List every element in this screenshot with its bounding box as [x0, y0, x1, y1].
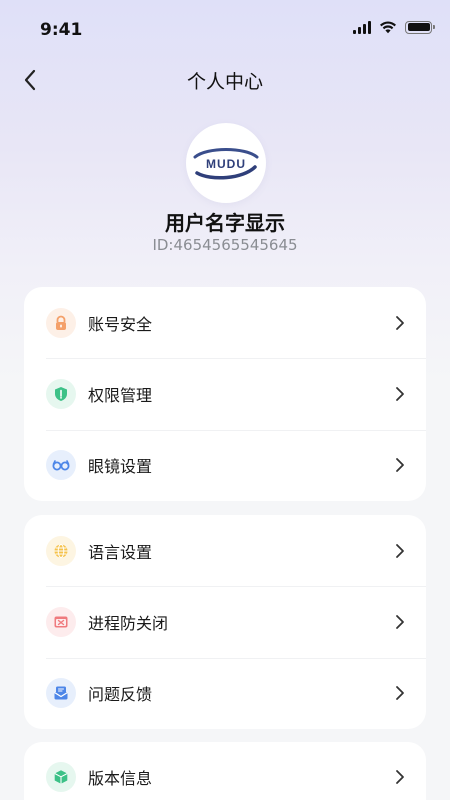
user-id: ID:4654565545645 [152, 236, 298, 254]
menu-item-label: 账号安全 [88, 314, 153, 334]
window-icon [46, 606, 76, 637]
menu-item-prevent-close[interactable]: 进程防关闭 [24, 586, 426, 657]
menu-item-feedback[interactable]: 问题反馈 [24, 657, 426, 729]
menu-item-glasses-settings[interactable]: 眼镜设置 [24, 429, 426, 501]
svg-text:MUDU: MUDU [206, 157, 246, 171]
glasses-icon [46, 450, 76, 481]
menu-item-permissions[interactable]: 权限管理 [24, 358, 426, 429]
menu-item-label: 进程防关闭 [88, 613, 169, 633]
status-time: 9:41 [40, 20, 83, 40]
user-name: 用户名字显示 [165, 211, 285, 235]
shield-icon [46, 378, 76, 409]
settings-group-about: 版本信息 [24, 742, 426, 800]
menu-item-label: 问题反馈 [88, 685, 153, 705]
profile-screen: 9:41 个人中心 MUDU 用户名字显示 ID:4654565545645 账… [0, 0, 450, 800]
status-icons [353, 20, 435, 34]
menu-item-version-info[interactable]: 版本信息 [24, 742, 426, 800]
chevron-right-icon [392, 543, 408, 559]
mudu-logo: MUDU [193, 148, 259, 180]
battery-icon [405, 20, 435, 34]
menu-item-label: 语言设置 [88, 542, 153, 562]
chevron-right-icon [392, 769, 408, 785]
globe-icon [46, 535, 76, 566]
feedback-icon [46, 678, 76, 709]
wifi-icon [380, 21, 396, 34]
menu-item-language-settings[interactable]: 语言设置 [24, 515, 426, 586]
lock-icon [46, 307, 76, 338]
avatar[interactable]: MUDU [186, 123, 266, 203]
menu-item-label: 权限管理 [88, 385, 153, 405]
cellular-signal-icon [353, 20, 371, 34]
chevron-right-icon [392, 315, 408, 331]
menu-item-account-security[interactable]: 账号安全 [24, 287, 426, 358]
chevron-right-icon [392, 457, 408, 473]
menu-item-label: 版本信息 [88, 769, 153, 788]
chevron-right-icon [392, 614, 408, 630]
menu-item-label: 眼镜设置 [88, 457, 153, 477]
status-bar: 9:41 [0, 0, 450, 58]
chevron-right-icon [392, 386, 408, 402]
page-title: 个人中心 [186, 71, 263, 93]
settings-group-system: 语言设置 进程防关闭 问题反馈 [24, 515, 426, 729]
box-icon [46, 762, 76, 792]
chevron-right-icon [392, 685, 408, 701]
nav-bar: 个人中心 [0, 58, 450, 102]
settings-group-account: 账号安全 权限管理 眼镜设置 [24, 287, 426, 501]
